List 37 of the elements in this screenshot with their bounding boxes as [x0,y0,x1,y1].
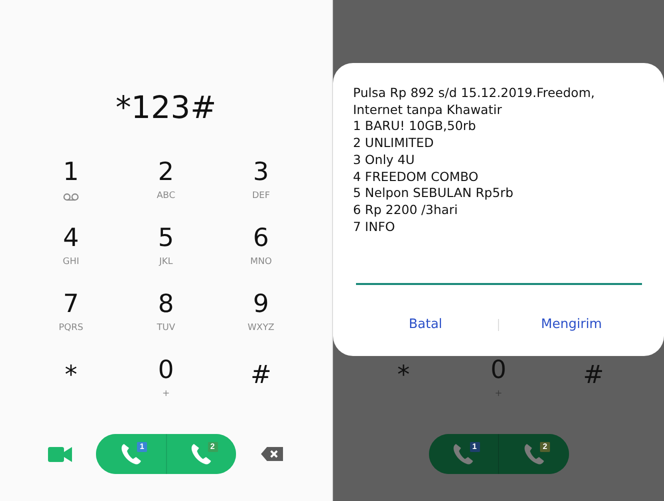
phone-icon [190,442,212,466]
dial-key[interactable]: 1 [24,157,118,223]
phone-icon [522,442,545,466]
message-line: 2 UNLIMITED [353,135,435,152]
phone-icon [452,442,474,466]
voicemail-icon [63,193,79,201]
dial-key[interactable]: 2 ABC [118,157,214,223]
dial-key[interactable]: 0 + [118,355,214,421]
message-line: 5 Nelpon SEBULAN Rp5rb [353,185,514,202]
sim-badge: 1 [470,442,480,452]
dial-key[interactable]: # [214,355,308,421]
dialog-button[interactable]: Mengirim [499,311,644,338]
phone-icon [120,442,142,466]
message-line: 6 Rp 2200 /3hari [353,202,459,219]
dialog-button[interactable]: Batal [353,311,498,338]
message-line: 3 Only 4U [353,152,416,169]
sim-badge: 1 [137,442,147,452]
dialed-number: *123# [116,89,216,128]
call-button[interactable]: 1 [96,434,166,474]
message-line: Pulsa Rp 892 s/d 15.12.2019.Freedom, [353,85,596,102]
backspace-icon[interactable] [261,447,283,461]
dial-key[interactable]: 4 GHI [24,223,118,289]
video-camera-icon[interactable] [48,446,72,462]
dial-key[interactable]: 3 DEF [214,157,308,223]
dial-key[interactable]: 6 MNO [214,223,308,289]
dial-key[interactable]: 7 PQRS [24,289,118,355]
message-line: 1 BARU! 10GB,50rb [353,118,477,136]
message-line: 7 INFO [353,218,396,236]
dial-key[interactable]: 8 TUV [118,289,214,355]
sim-badge: 2 [540,442,550,452]
dial-key[interactable]: 5 JKL [118,223,214,289]
message-line: Internet tanpa Khawatir [353,102,503,118]
sim-badge: 2 [208,442,218,452]
call-button[interactable]: 1 [428,434,499,474]
dial-key[interactable]: * [24,355,118,421]
dial-key[interactable]: 9 WXYZ [214,289,308,355]
message-line: 4 FREEDOM COMBO [353,168,480,186]
